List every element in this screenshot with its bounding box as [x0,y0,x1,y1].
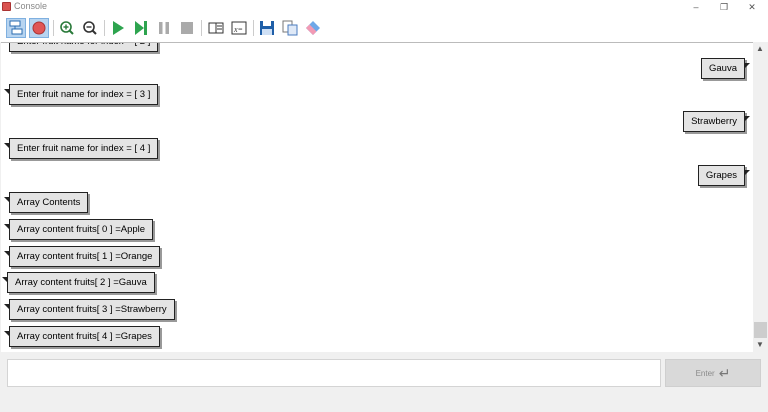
console-message-left: Enter fruit name for index = [ 3 ] [3,84,159,105]
scroll-up-icon[interactable]: ▲ [756,44,764,53]
pause-icon[interactable] [154,18,174,38]
scrollbar-thumb[interactable] [754,322,767,338]
stop-square-icon[interactable] [177,18,197,38]
flowchart-icon[interactable] [6,18,26,38]
console-output: Enter fruit name for index = [ 2 ] Gauva… [1,42,753,352]
breakpoint-icon[interactable] [29,18,49,38]
scroll-down-icon[interactable]: ▼ [756,340,764,349]
console-message-left: Array content fruits[ 1 ] =Orange [3,246,161,267]
toolbar-divider [53,20,54,36]
run-icon[interactable] [108,18,128,38]
copy-icon[interactable] [280,18,300,38]
console-message-right: Gauva [701,58,750,79]
minimize-button[interactable]: – [682,0,710,14]
title-bar: Console – ❐ ✕ [0,0,768,14]
maximize-button[interactable]: ❐ [710,0,738,14]
console-message-left: Array content fruits[ 2 ] =Gauva [2,272,155,293]
vertical-scrollbar[interactable]: ▲ ▼ [753,42,768,352]
toolbar-divider [201,20,202,36]
console-input[interactable] [7,359,661,387]
enter-icon: ↵ [718,364,731,381]
close-button[interactable]: ✕ [738,0,766,14]
enter-button[interactable]: Enter ↵ [665,359,761,387]
step-icon[interactable] [131,18,151,38]
eraser-icon[interactable] [303,18,323,38]
console-message-left: Array Contents [3,192,89,213]
console-message-left: Array content fruits[ 4 ] =Grapes [4,326,160,347]
console-message-left: Array content fruits[ 0 ] =Apple [3,219,154,240]
window-title: Console [14,1,48,11]
console-message-left: Enter fruit name for index = [ 2 ] [9,43,159,52]
svg-text:x=: x= [233,25,243,34]
save-icon[interactable] [257,18,277,38]
enter-button-label: Enter [695,368,715,378]
zoom-out-icon[interactable] [80,18,100,38]
toolbar-divider [104,20,105,36]
layout-icon[interactable] [206,18,226,38]
toolbar: x= [0,14,768,42]
app-icon [2,2,11,11]
console-message-right: Grapes [697,165,751,186]
variables-icon[interactable]: x= [229,18,249,38]
console-message-left: Array content fruits[ 3 ] =Strawberry [4,299,175,320]
console-message-left: Enter fruit name for index = [ 4 ] [3,138,159,159]
toolbar-divider [253,20,254,36]
console-message-right: Strawberry [683,111,750,132]
zoom-in-icon[interactable] [57,18,77,38]
